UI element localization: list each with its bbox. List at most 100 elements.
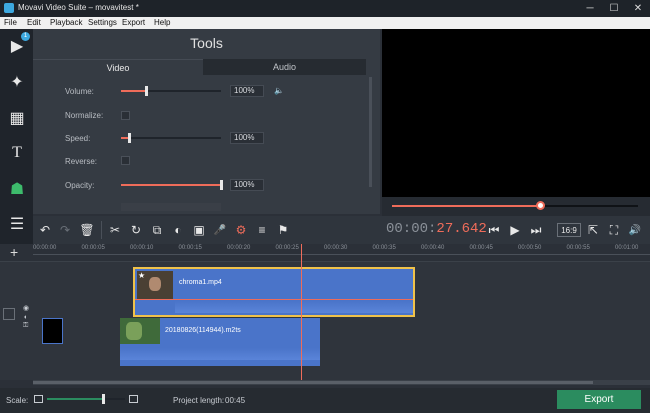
- scale-label: Scale:: [6, 396, 29, 405]
- color-adjust-icon[interactable]: ◐: [168, 220, 188, 240]
- ruler-tick-label: 00:00:10: [130, 245, 154, 251]
- microphone-icon[interactable]: 🎤: [210, 220, 230, 240]
- opacity-slider[interactable]: [121, 180, 223, 190]
- clip-m2ts[interactable]: 20180826(114944).m2ts: [120, 318, 320, 366]
- video-preview[interactable]: [382, 29, 650, 197]
- image-icon[interactable]: ▣: [189, 220, 209, 240]
- add-track-icon[interactable]: +: [10, 244, 18, 260]
- speed-label: Speed:: [65, 134, 91, 143]
- clip-chroma[interactable]: ★ chroma1.mp4: [133, 267, 415, 317]
- tree-thumbnail-icon: [126, 322, 142, 340]
- crop-icon[interactable]: ⧉: [147, 220, 167, 240]
- menu-bar: File Edit Playback Settings Export Help: [0, 17, 650, 29]
- ruler-tick-label: 00:00:05: [81, 245, 105, 251]
- toolbar-divider: [101, 221, 102, 239]
- menu-edit[interactable]: Edit: [27, 18, 41, 27]
- volume-label: Volume:: [65, 87, 94, 96]
- scale-slider-handle[interactable]: [102, 394, 106, 404]
- reverse-label: Reverse:: [65, 157, 98, 166]
- clip-name: chroma1.mp4: [179, 279, 222, 286]
- next-icon[interactable]: ⏭: [526, 220, 546, 240]
- equalizer-icon[interactable]: ≡: [252, 220, 272, 240]
- status-bar: Scale: Project length: 00:45 Export: [0, 388, 650, 413]
- mute-icon[interactable]: ◖: [23, 314, 27, 321]
- transitions-icon[interactable]: ▦: [4, 105, 30, 131]
- speed-slider[interactable]: [121, 133, 221, 143]
- close-icon[interactable]: ✕: [626, 0, 650, 17]
- undo-icon[interactable]: ↶: [35, 220, 55, 240]
- delete-icon[interactable]: 🗑: [77, 220, 97, 240]
- faded-row: [121, 203, 221, 211]
- ruler-tick-label: 00:00:15: [178, 245, 202, 251]
- left-toolbar: ▶ 1 ✦ ▦ T ☗ ☰: [0, 29, 33, 259]
- ruler-tick-label: 00:01:00: [615, 245, 639, 251]
- seek-handle[interactable]: [535, 201, 545, 210]
- menu-settings[interactable]: Settings: [88, 18, 117, 27]
- volume-slider[interactable]: [121, 86, 221, 96]
- more-tools-icon[interactable]: ☰: [4, 211, 30, 237]
- minimize-icon[interactable]: ─: [578, 0, 602, 17]
- previous-icon[interactable]: ⏮: [484, 220, 504, 240]
- flag-icon[interactable]: ⚑: [273, 220, 293, 240]
- star-icon: ★: [138, 271, 146, 280]
- menu-playback[interactable]: Playback: [50, 18, 82, 27]
- ruler-tick-label: 00:00:50: [518, 245, 542, 251]
- cut-icon[interactable]: ✂: [105, 220, 125, 240]
- seek-bar[interactable]: [382, 197, 650, 216]
- external-preview-icon[interactable]: ⇱: [583, 220, 603, 240]
- tools-title: Tools: [190, 35, 223, 51]
- tab-audio[interactable]: Audio: [203, 59, 366, 75]
- normalize-label: Normalize:: [65, 111, 104, 120]
- stickers-icon[interactable]: ☗: [4, 176, 30, 202]
- clip-thumbnail: [120, 318, 160, 344]
- ruler-tick-label: 00:00:35: [372, 245, 396, 251]
- menu-help[interactable]: Help: [154, 18, 170, 27]
- export-button[interactable]: Export: [557, 390, 641, 409]
- normalize-checkbox[interactable]: [121, 111, 130, 120]
- clip-volume-line[interactable]: [135, 299, 413, 300]
- play-icon[interactable]: ▶: [505, 220, 525, 240]
- zoom-out-icon[interactable]: [34, 395, 43, 403]
- ruler-tick-label: 00:00:55: [566, 245, 590, 251]
- blank-clip[interactable]: [42, 318, 63, 344]
- settings-gear-icon[interactable]: ⚙: [231, 220, 251, 240]
- clip-waveform: [175, 301, 413, 313]
- timecode-active: 27.642: [436, 221, 487, 237]
- timecode: 00:00:27.642: [386, 221, 487, 237]
- opacity-value[interactable]: 100%: [230, 179, 264, 191]
- tab-video[interactable]: Video: [33, 59, 203, 75]
- rotate-icon[interactable]: ↻: [126, 220, 146, 240]
- ruler-line: [33, 254, 650, 255]
- import-media-icon[interactable]: ▶ 1: [4, 32, 30, 59]
- menu-file[interactable]: File: [4, 18, 17, 27]
- filters-icon[interactable]: ✦: [4, 69, 30, 95]
- speed-value[interactable]: 100%: [230, 132, 264, 144]
- timeline-scrollbar[interactable]: [33, 380, 650, 385]
- ruler-tick-label: 00:00:40: [421, 245, 445, 251]
- project-length-value: 00:45: [225, 396, 246, 405]
- scale-slider[interactable]: [47, 394, 125, 404]
- person-thumbnail-icon: [149, 277, 161, 291]
- playhead[interactable]: [301, 244, 303, 380]
- maximize-icon[interactable]: ☐: [602, 0, 626, 17]
- lock-icon[interactable]: ⚿: [23, 322, 28, 330]
- project-length-label: Project length:: [173, 396, 225, 405]
- zoom-in-icon[interactable]: [129, 395, 138, 403]
- fullscreen-icon[interactable]: ⛶: [604, 220, 624, 240]
- link-track-icon[interactable]: [3, 308, 15, 320]
- timeline-ruler[interactable]: + 00:00:00 00:00:05 00:00:10 00:00:15 00:00:…: [0, 244, 650, 262]
- visibility-icon[interactable]: ◉: [23, 304, 29, 312]
- app-logo-icon: [4, 3, 14, 13]
- ruler-tick-label: 00:00:25: [275, 245, 299, 251]
- menu-export[interactable]: Export: [122, 18, 145, 27]
- scale-slider-fill: [47, 398, 104, 400]
- aspect-ratio-icon[interactable]: 16:9: [557, 223, 581, 237]
- scrollbar-thumb[interactable]: [33, 381, 593, 384]
- reverse-checkbox[interactable]: [121, 156, 130, 165]
- panel-scrollbar[interactable]: [369, 77, 372, 187]
- redo-icon[interactable]: ↷: [55, 220, 75, 240]
- volume-value[interactable]: 100%: [230, 85, 264, 97]
- titles-icon[interactable]: T: [4, 140, 30, 166]
- speaker-icon[interactable]: 🔈: [274, 86, 284, 95]
- volume-icon[interactable]: 🔊: [625, 220, 645, 240]
